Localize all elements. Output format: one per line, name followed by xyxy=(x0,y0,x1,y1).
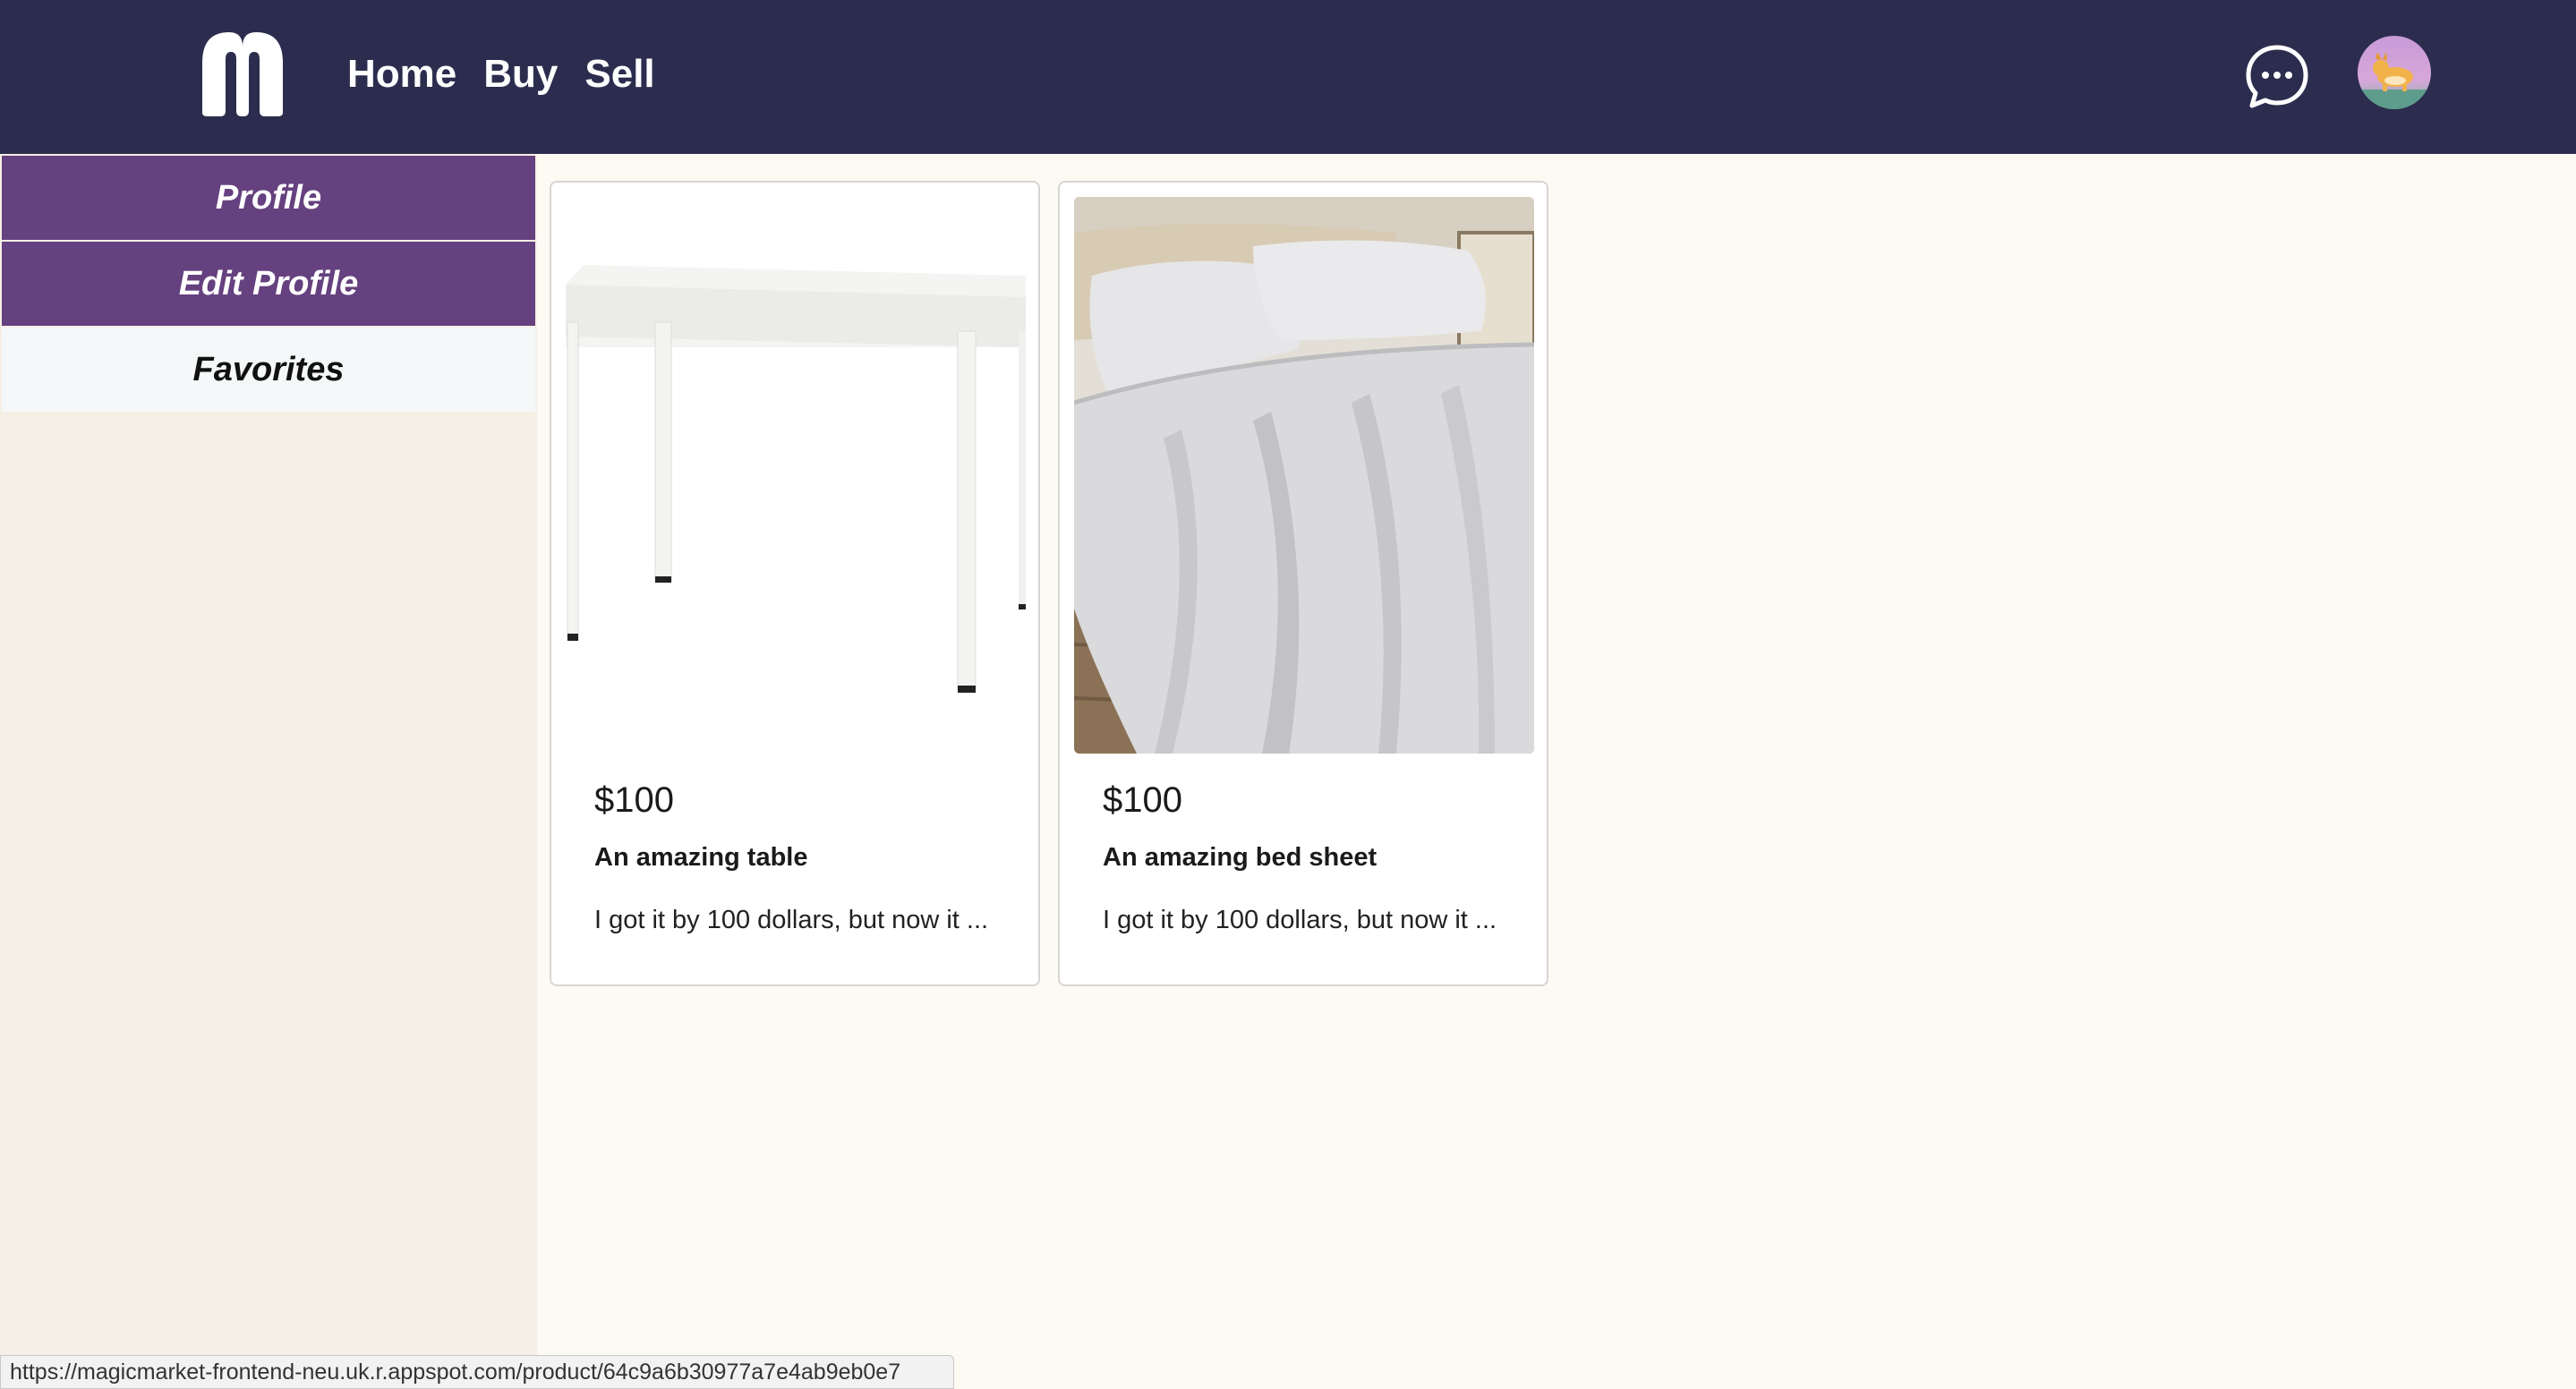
product-image-bed-sheet xyxy=(1074,197,1534,754)
product-card[interactable]: $100 An amazing bed sheet I got it by 10… xyxy=(1058,181,1548,986)
product-card[interactable]: $100 An amazing table I got it by 100 do… xyxy=(550,181,1040,986)
top-navigation-bar: Home Buy Sell xyxy=(0,0,2576,154)
browser-status-url: https://magicmarket-frontend-neu.uk.r.ap… xyxy=(0,1355,954,1389)
user-avatar[interactable] xyxy=(2358,36,2431,109)
product-title: An amazing table xyxy=(594,843,808,872)
magic-market-logo[interactable] xyxy=(195,27,290,120)
sidebar-item-edit-profile[interactable]: Edit Profile xyxy=(2,242,535,326)
product-title: An amazing bed sheet xyxy=(1103,843,1378,872)
sidebar-item-favorites[interactable]: Favorites xyxy=(2,328,535,412)
nav-sell-link[interactable]: Sell xyxy=(584,45,654,104)
product-price: $100 xyxy=(1103,780,1182,820)
product-description: I got it by 100 dollars, but now it ... xyxy=(1103,906,1497,934)
product-price: $100 xyxy=(594,780,674,820)
profile-sidebar: Profile Edit Profile Favorites xyxy=(0,154,537,1389)
nav-home-link[interactable]: Home xyxy=(347,45,456,104)
product-image-table xyxy=(566,197,1026,754)
product-description: I got it by 100 dollars, but now it ... xyxy=(594,906,989,934)
chat-bubble-icon[interactable] xyxy=(2243,43,2311,111)
sidebar-item-profile[interactable]: Profile xyxy=(2,156,535,240)
main-nav: Home Buy Sell xyxy=(347,45,655,104)
nav-buy-link[interactable]: Buy xyxy=(483,45,558,104)
